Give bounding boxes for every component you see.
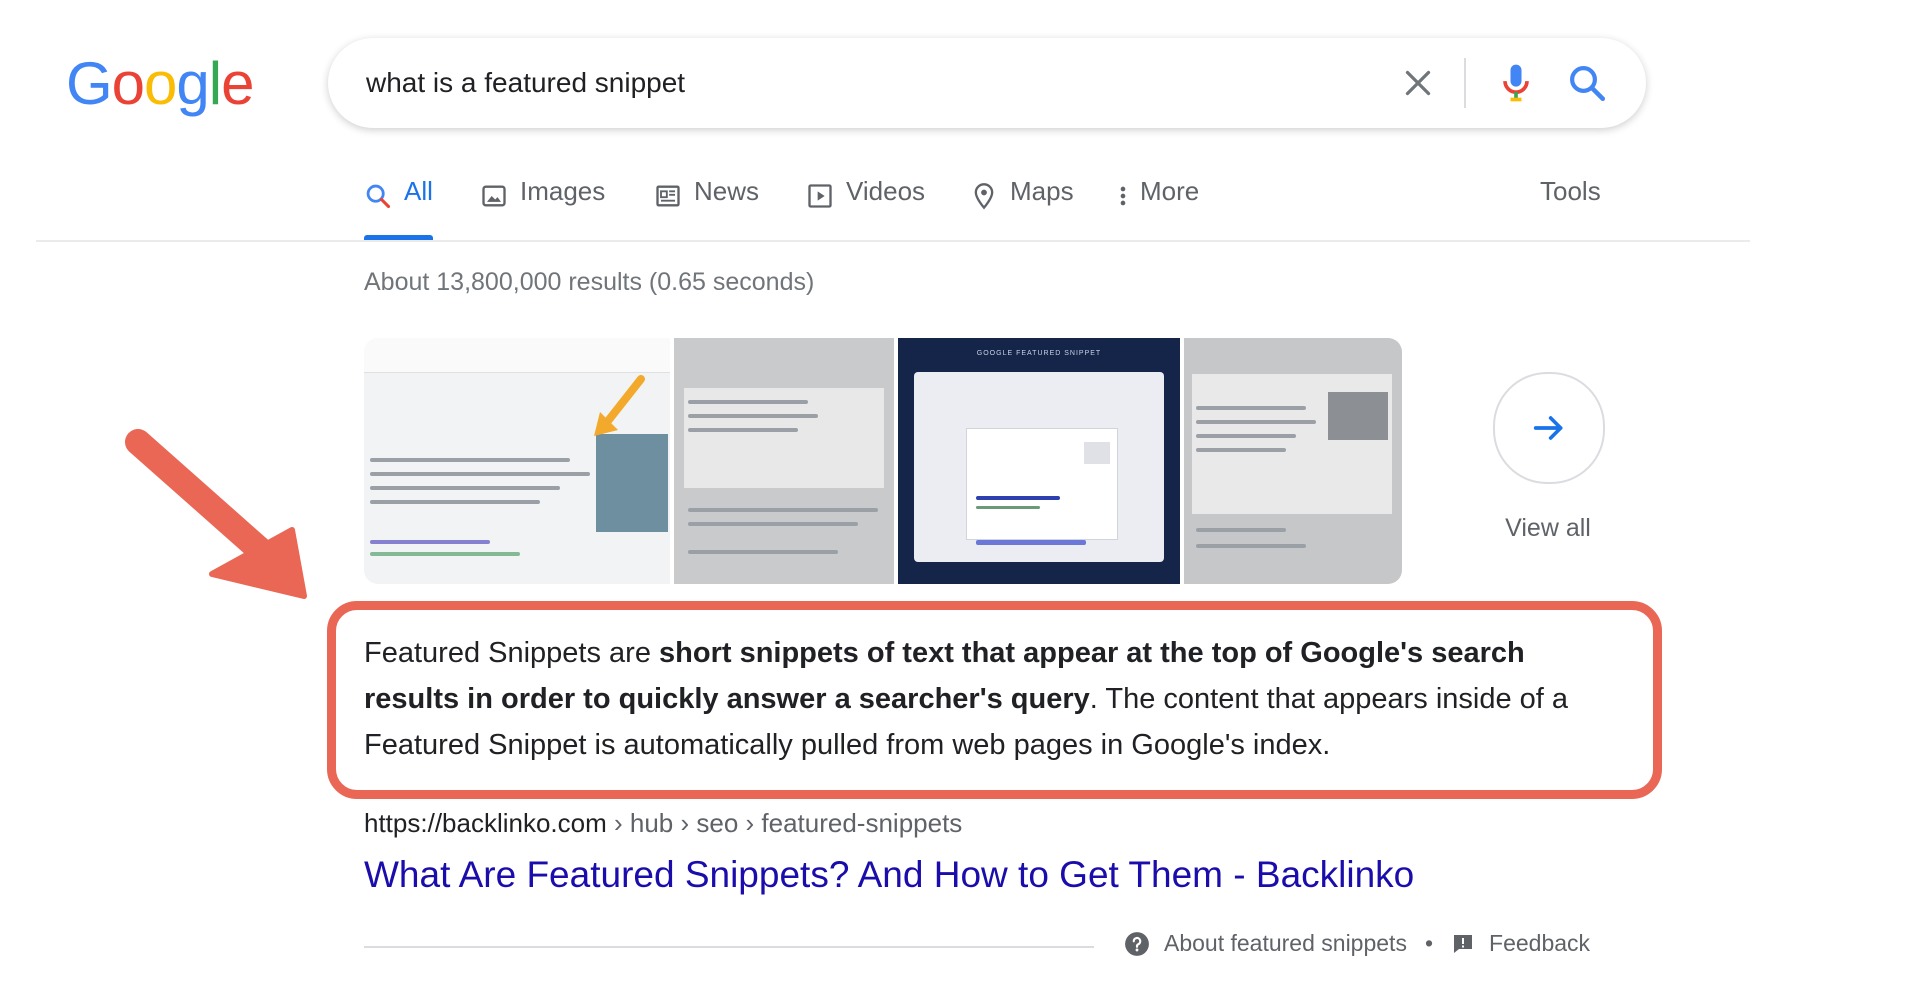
play-icon	[808, 184, 832, 208]
map-pin-icon	[974, 183, 994, 210]
search-icon[interactable]	[1566, 62, 1608, 104]
tab-label: More	[1140, 176, 1200, 206]
help-icon	[1125, 931, 1149, 956]
logo-letter: g	[176, 50, 209, 117]
tab-label: All	[404, 176, 433, 206]
tab-label: Images	[520, 176, 606, 206]
red-arrow-icon	[125, 429, 307, 599]
image-icon	[482, 185, 506, 207]
tab-more[interactable]: More	[1116, 176, 1199, 240]
feedback-link[interactable]: Feedback	[1489, 930, 1590, 957]
arrow-right-icon	[1533, 416, 1563, 440]
logo-letter: o	[144, 50, 177, 117]
result-title-link[interactable]: What Are Featured Snippets? And How to G…	[364, 854, 1414, 896]
logo-letter: o	[111, 50, 145, 117]
tools-button[interactable]: Tools	[1540, 176, 1601, 207]
orange-arrow-icon	[594, 375, 645, 436]
view-all-label[interactable]: View all	[1484, 514, 1612, 543]
snippet-footer: About featured snippets • Feedback	[1124, 930, 1590, 957]
search-box	[328, 38, 1646, 128]
tab-label: Maps	[1010, 176, 1074, 206]
tab-all[interactable]: All	[364, 176, 433, 240]
search-icon	[366, 184, 391, 209]
result-url-domain: https://backlinko.com	[364, 808, 607, 838]
tab-videos[interactable]: Videos	[806, 176, 925, 240]
tab-label: News	[694, 176, 760, 206]
image-thumbnail-1[interactable]	[364, 338, 670, 584]
result-url-path: › hub › seo › featured-snippets	[606, 808, 963, 838]
image-strip: GOOGLE FEATURED SNIPPET	[364, 338, 1402, 584]
tab-news[interactable]: News	[654, 176, 759, 240]
footer-separator: •	[1424, 930, 1434, 956]
news-icon	[656, 185, 680, 207]
snippet-text-pre: Featured Snippets are	[364, 637, 660, 669]
about-featured-snippets-link[interactable]: About featured snippets	[1164, 930, 1407, 957]
more-vert-icon	[1120, 186, 1126, 206]
tab-label: Videos	[846, 176, 926, 206]
thumbnail-caption: GOOGLE FEATURED SNIPPET	[976, 350, 1102, 357]
search-divider	[1464, 58, 1466, 108]
view-all-button[interactable]	[1493, 372, 1605, 484]
result-url[interactable]: https://backlinko.com › hub › seo › feat…	[364, 808, 962, 839]
logo-letter: e	[221, 50, 254, 117]
image-thumbnail-3[interactable]: GOOGLE FEATURED SNIPPET	[898, 338, 1180, 584]
bottom-divider	[364, 946, 1094, 948]
feedback-icon	[1454, 934, 1473, 953]
search-input[interactable]	[366, 38, 1346, 128]
tabs-divider	[36, 240, 1750, 242]
featured-snippet-text: Featured Snippets are short snippets of …	[364, 630, 1624, 768]
image-thumbnail-2[interactable]	[674, 338, 894, 584]
close-icon[interactable]	[1400, 65, 1436, 101]
logo-letter: G	[66, 50, 113, 117]
result-stats: About 13,800,000 results (0.65 seconds)	[364, 268, 815, 296]
tab-images[interactable]: Images	[480, 176, 605, 240]
mic-icon[interactable]	[1494, 60, 1538, 106]
tab-maps[interactable]: Maps	[970, 176, 1074, 240]
google-logo[interactable]: Google	[66, 48, 255, 120]
image-thumbnail-4[interactable]	[1184, 338, 1402, 584]
logo-letter: l	[208, 50, 222, 117]
